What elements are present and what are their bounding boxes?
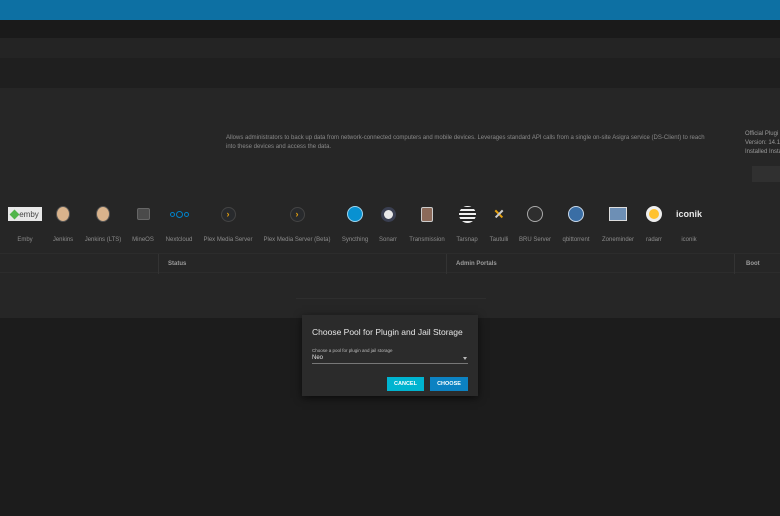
plugin-nextcloud[interactable]: Nextcloud <box>162 200 196 243</box>
plugin-label: iconik <box>681 237 697 243</box>
mineos-icon <box>136 208 150 220</box>
plugin-jenkins[interactable]: Jenkins <box>48 200 78 243</box>
qbittorrent-icon <box>568 206 584 222</box>
emby-logo-text: emby <box>19 209 39 219</box>
side-info-version: Version: 14.1 <box>745 140 780 146</box>
page-header-area <box>0 58 780 88</box>
column-divider <box>158 254 159 274</box>
bru-server-icon <box>527 206 543 222</box>
plugin-qbittorrent[interactable]: qbittorrent <box>559 200 593 243</box>
pool-select-value: Neo <box>312 355 324 361</box>
plugin-syncthing[interactable]: Syncthing <box>340 200 370 243</box>
plugin-tarsnap[interactable]: Tarsnap <box>453 200 481 243</box>
plugin-label: Transmission <box>409 237 445 243</box>
plugin-sonarr[interactable]: Sonarr <box>376 200 400 243</box>
pool-select-label: Choose a pool for plugin and jail storag… <box>312 348 393 353</box>
top-navigation-bar <box>0 0 780 20</box>
plugin-transmission[interactable]: Transmission <box>407 200 447 243</box>
plugin-label: Jenkins (LTS) <box>84 237 122 243</box>
plex-beta-icon: › <box>289 206 305 222</box>
choose-pool-dialog: Choose Pool for Plugin and Jail Storage … <box>302 315 478 396</box>
plugin-label: Plex Media Server <box>203 237 253 243</box>
page-toolbar <box>0 38 780 58</box>
column-divider <box>734 254 735 274</box>
emby-icon: emby <box>8 207 42 221</box>
plugin-label: Syncthing <box>341 237 369 243</box>
plugin-label: qbittorrent <box>562 237 590 243</box>
choose-button[interactable]: CHOOSE <box>430 377 468 391</box>
plugin-label: Plex Media Server (Beta) <box>263 237 331 243</box>
nextcloud-icon <box>169 210 189 218</box>
plugin-emby[interactable]: emby Emby <box>7 200 43 243</box>
plugin-bru-server[interactable]: BRU Server <box>518 200 552 243</box>
plugin-iconik[interactable]: iconik iconik <box>674 200 704 243</box>
jails-table-header: Status Admin Portals Boot <box>0 253 780 274</box>
plugin-label: Nextcloud <box>165 237 193 243</box>
table-row-divider <box>296 298 486 299</box>
sonarr-icon <box>380 206 396 222</box>
column-divider <box>446 254 447 274</box>
plugin-label: Emby <box>17 237 33 243</box>
transmission-icon <box>421 206 433 222</box>
plugin-label: Tarsnap <box>456 237 478 243</box>
plugin-label: radarr <box>645 237 662 243</box>
plugin-label: Tautulli <box>489 237 509 243</box>
plugin-zoneminder[interactable]: Zoneminder <box>600 200 636 243</box>
plugin-jenkins-lts[interactable]: Jenkins (LTS) <box>82 200 124 243</box>
plugin-label: BRU Server <box>518 237 551 243</box>
iconik-icon: iconik <box>676 209 702 219</box>
plugin-description: Allows administrators to back up data fr… <box>226 135 705 150</box>
cancel-button[interactable]: CANCEL <box>387 377 424 391</box>
jenkins-lts-icon <box>96 206 110 222</box>
iconik-logo-text: iconik <box>675 209 702 219</box>
column-admin-portals[interactable]: Admin Portals <box>456 261 497 267</box>
syncthing-icon <box>347 206 363 222</box>
secondary-bar <box>0 20 780 38</box>
plugin-tautulli[interactable]: Tautulli <box>486 200 512 243</box>
side-info-installed: Installed Insta <box>745 149 780 155</box>
install-button[interactable] <box>752 166 780 182</box>
plugin-label: Sonarr <box>378 237 397 243</box>
dialog-title: Choose Pool for Plugin and Jail Storage <box>312 327 463 337</box>
plugin-side-info: Official Plugi Version: 14.1 Installed I… <box>745 130 780 157</box>
plugin-label: Zoneminder <box>601 237 634 243</box>
caret-down-icon[interactable] <box>463 357 467 360</box>
side-info-official: Official Plugi <box>745 131 779 137</box>
radarr-icon <box>646 206 662 222</box>
column-boot[interactable]: Boot <box>746 261 760 267</box>
plex-icon: › <box>220 206 236 222</box>
plugin-mineos[interactable]: MineOS <box>128 200 158 243</box>
plugin-label: Jenkins <box>52 237 74 243</box>
tarsnap-icon <box>458 205 476 223</box>
plugin-plex[interactable]: › Plex Media Server <box>202 200 254 243</box>
plugin-plex-beta[interactable]: › Plex Media Server (Beta) <box>263 200 331 243</box>
pool-select[interactable]: Neo <box>312 354 468 364</box>
plugin-radarr[interactable]: radarr <box>642 200 666 243</box>
zoneminder-icon <box>609 207 627 221</box>
column-status[interactable]: Status <box>168 261 186 267</box>
plugin-label: MineOS <box>132 237 154 243</box>
tautulli-icon <box>493 208 505 220</box>
jenkins-icon <box>56 206 70 222</box>
